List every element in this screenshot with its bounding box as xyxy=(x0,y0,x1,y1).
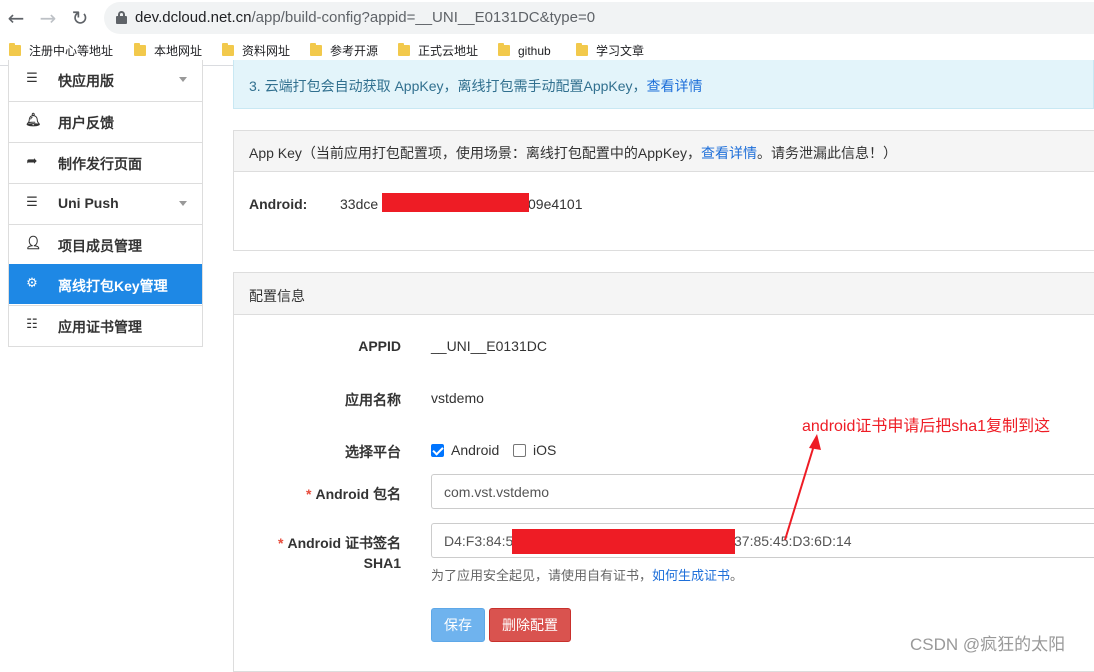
android-key-label: Android: xyxy=(249,196,308,212)
app-name-label: 应用名称 xyxy=(345,392,401,408)
redaction-mark xyxy=(512,529,735,554)
lock-icon xyxy=(116,11,127,24)
app-key-value: 33dce xyxy=(340,196,379,212)
appkey-panel-title: App Key（当前应用打包配置项，使用场景：离线打包配置中的AppKey，查看… xyxy=(249,145,897,161)
appid-label: APPID xyxy=(358,338,401,354)
appid-value: __UNI__E0131DC xyxy=(431,338,547,354)
required-mark: * xyxy=(278,535,284,551)
info-alert: 3. 云端打包会自动获取 AppKey，离线打包需手动配置AppKey，查看详情 xyxy=(233,60,1094,109)
bookmark-item[interactable]: 本地网址 xyxy=(134,42,202,60)
sidebar-item-label: 应用证书管理 xyxy=(58,319,142,335)
config-panel-title: 配置信息 xyxy=(249,288,305,304)
reload-icon[interactable]: ↻ xyxy=(68,6,92,30)
bookmark-item[interactable]: github xyxy=(498,42,551,60)
bookmark-item[interactable]: 注册中心等地址 xyxy=(9,42,113,60)
app-name-value: vstdemo xyxy=(431,390,484,406)
sidebar-item-offline-key[interactable]: ⚙ 离线打包Key管理 xyxy=(9,264,202,304)
bookmark-item[interactable]: 正式云地址 xyxy=(398,42,478,60)
config-panel-header: 配置信息 xyxy=(234,273,1094,315)
sha1-label: * Android 证书签名 SHA1 xyxy=(278,535,401,571)
redaction-mark xyxy=(382,193,529,212)
generate-cert-link[interactable]: 如何生成证书 xyxy=(652,568,730,583)
package-name-value: com.vst.vstdemo xyxy=(444,484,550,500)
address-bar[interactable]: dev.dcloud.net.cn/app/build-config?appid… xyxy=(104,2,1094,34)
gear-icon: ⚙ xyxy=(26,276,38,291)
sidebar-item-release-page[interactable]: ➦ 制作发行页面 xyxy=(9,142,202,182)
platform-label: 选择平台 xyxy=(345,444,401,460)
folder-icon xyxy=(498,43,510,56)
sidebar-item-label: 离线打包Key管理 xyxy=(58,278,168,294)
package-name-input[interactable]: com.vst.vstdemo xyxy=(431,474,1094,509)
sidebar-item-certificates[interactable]: ☷ 应用证书管理 xyxy=(9,305,202,345)
app-key-value-end: 09e4101 xyxy=(528,196,583,212)
bookmark-item[interactable]: 学习文章 xyxy=(576,42,644,60)
appkey-details-link[interactable]: 查看详情 xyxy=(701,145,757,161)
sidebar-item-label: 用户反馈 xyxy=(58,115,114,131)
watermark: CSDN @疯狂的太阳 xyxy=(910,635,1066,654)
folder-icon xyxy=(398,43,410,56)
sidebar-item-label: 制作发行页面 xyxy=(58,156,142,172)
android-option-label: Android xyxy=(451,442,500,458)
appkey-panel: App Key（当前应用打包配置项，使用场景：离线打包配置中的AppKey，查看… xyxy=(233,130,1094,251)
sidebar-item-uni-push[interactable]: ☰ Uni Push xyxy=(9,183,202,223)
sidebar-item-label: 快应用版 xyxy=(58,73,114,89)
url-text: dev.dcloud.net.cn/app/build-config?appid… xyxy=(135,9,596,26)
bookmark-item[interactable]: 参考开源 xyxy=(310,42,378,60)
sidebar-item-members[interactable]: 👤︎ 项目成员管理 xyxy=(9,224,202,264)
sidebar-item-feedback[interactable]: 🔔︎ 用户反馈 xyxy=(9,101,202,141)
config-panel: 配置信息 xyxy=(233,272,1094,672)
sha1-help-text: 为了应用安全起见，请使用自有证书，如何生成证书。 xyxy=(431,568,744,583)
save-button[interactable]: 保存 xyxy=(431,608,485,642)
share-icon: ➦ xyxy=(26,154,38,169)
menu-icon: ☰ xyxy=(26,71,38,86)
ios-option-label: iOS xyxy=(533,442,557,458)
bell-icon: 🔔︎ xyxy=(25,113,42,128)
folder-icon xyxy=(9,43,21,56)
ios-checkbox[interactable] xyxy=(513,444,526,457)
forward-arrow-icon[interactable]: → xyxy=(36,6,60,30)
menu-icon: ☰ xyxy=(26,195,38,210)
bookmark-item[interactable]: 资料网址 xyxy=(222,42,290,60)
sidebar: ☰ 快应用版 🔔︎ 用户反馈 ➦ 制作发行页面 ☰ Uni Push 👤︎ 项目… xyxy=(8,60,203,347)
sha1-value: D4:F3:84:5 xyxy=(444,533,514,549)
details-link[interactable]: 查看详情 xyxy=(647,78,703,94)
sidebar-item-label: Uni Push xyxy=(58,195,119,211)
delete-config-button[interactable]: 删除配置 xyxy=(489,608,571,642)
sidebar-item-quick-app[interactable]: ☰ 快应用版 xyxy=(9,60,202,100)
user-icon: 👤︎ xyxy=(25,236,42,251)
folder-icon xyxy=(134,43,146,56)
folder-icon xyxy=(222,43,234,56)
back-arrow-icon[interactable]: ← xyxy=(4,6,28,30)
alert-line: 3. 云端打包会自动获取 AppKey，离线打包需手动配置AppKey，查看详情 xyxy=(249,78,703,94)
chevron-down-icon xyxy=(179,201,187,206)
folder-icon xyxy=(576,43,588,56)
package-name-label: * Android 包名 xyxy=(306,486,401,502)
required-mark: * xyxy=(306,486,312,502)
annotation-arrow xyxy=(784,434,821,541)
folder-icon xyxy=(310,43,322,56)
appkey-panel-header: App Key（当前应用打包配置项，使用场景：离线打包配置中的AppKey，查看… xyxy=(234,131,1094,172)
annotation-text: android证书申请后把sha1复制到这 xyxy=(802,418,1051,435)
chevron-down-icon xyxy=(179,77,187,82)
browser-toolbar: ← → ↻ dev.dcloud.net.cn/app/build-config… xyxy=(0,0,1094,36)
sidebar-item-label: 项目成员管理 xyxy=(58,238,142,254)
list-icon: ☷ xyxy=(26,317,38,332)
android-checkbox[interactable] xyxy=(431,444,444,457)
